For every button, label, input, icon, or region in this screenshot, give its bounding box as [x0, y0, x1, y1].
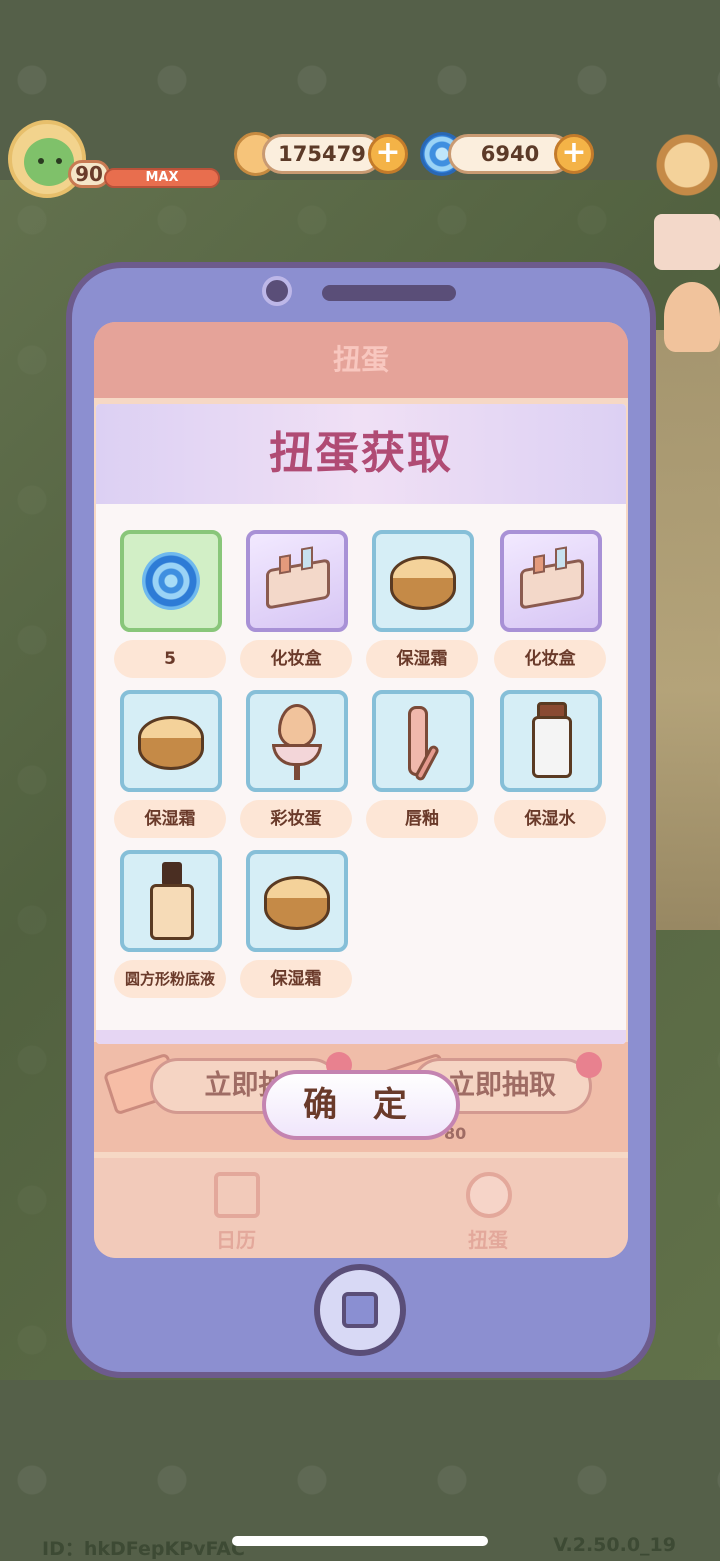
reward-label: 圆方形粉底液 — [114, 960, 226, 998]
player-id: ID：hkDFepKPvFAC — [42, 1538, 245, 1560]
makeup-box-icon — [266, 558, 330, 610]
makeup-box-icon — [520, 558, 584, 610]
phone-camera — [262, 276, 292, 306]
reward-label: 唇釉 — [366, 800, 478, 838]
makeup-egg-icon — [278, 704, 316, 748]
phone-home-button[interactable] — [314, 1264, 406, 1356]
gold-amount: 175479 — [262, 134, 382, 174]
reward-label: 化妆盒 — [494, 640, 606, 678]
reward-tile — [372, 690, 474, 792]
reward-tile — [246, 530, 348, 632]
reward-tile — [120, 690, 222, 792]
version-label: V.2.50.0_19 — [553, 1534, 676, 1556]
reward-tile — [372, 530, 474, 632]
reward-label: 保湿霜 — [366, 640, 478, 678]
reward-tile — [120, 530, 222, 632]
moisturizer-jar-icon — [264, 876, 330, 930]
egg-cup-icon — [272, 744, 322, 766]
reward-tile — [246, 690, 348, 792]
add-gold-button[interactable]: + — [368, 134, 408, 174]
foundation-cap-icon — [162, 862, 182, 886]
gacha-reward-dialog: 扭蛋获取 5 化妆盒 保湿霜 化妆盒 保湿霜 彩妆蛋 唇釉 保湿水 圆方形粉底液… — [96, 404, 626, 1044]
reward-tile — [500, 690, 602, 792]
side-moisturizer-icon[interactable] — [654, 134, 720, 196]
reward-label: 化妆盒 — [240, 640, 352, 678]
avatar-eye-left — [38, 158, 44, 164]
moisturizer-jar-icon — [390, 556, 456, 610]
reward-label: 彩妆蛋 — [240, 800, 352, 838]
reward-label: 保湿霜 — [240, 960, 352, 998]
dialog-footer-strip — [96, 1030, 626, 1044]
reward-label: 5 — [114, 640, 226, 678]
foundation-bottle-icon — [150, 884, 194, 940]
reward-label: 保湿霜 — [114, 800, 226, 838]
reward-tile — [246, 850, 348, 952]
egg-cup-stem-icon — [294, 766, 300, 780]
avatar-face — [24, 138, 74, 186]
side-makeup-box-icon[interactable] — [654, 214, 720, 270]
confirm-button[interactable]: 确 定 — [262, 1070, 460, 1140]
side-makeup-egg-icon[interactable] — [664, 282, 720, 352]
reward-label: 保湿水 — [494, 800, 606, 838]
moisturizer-jar-icon — [138, 716, 204, 770]
reward-tile — [500, 530, 602, 632]
avatar-eye-right — [56, 158, 62, 164]
phone-speaker — [322, 285, 456, 301]
toner-bottle-icon — [532, 716, 572, 778]
reward-tile — [120, 850, 222, 952]
player-avatar[interactable] — [8, 120, 86, 198]
dialog-title: 扭蛋获取 — [269, 428, 453, 479]
level-max-bar: MAX — [104, 168, 220, 188]
home-square-icon — [342, 1292, 378, 1328]
add-gems-button[interactable]: + — [554, 134, 594, 174]
swirl-gem-icon — [142, 552, 200, 610]
home-indicator-bar[interactable] — [232, 1536, 488, 1546]
